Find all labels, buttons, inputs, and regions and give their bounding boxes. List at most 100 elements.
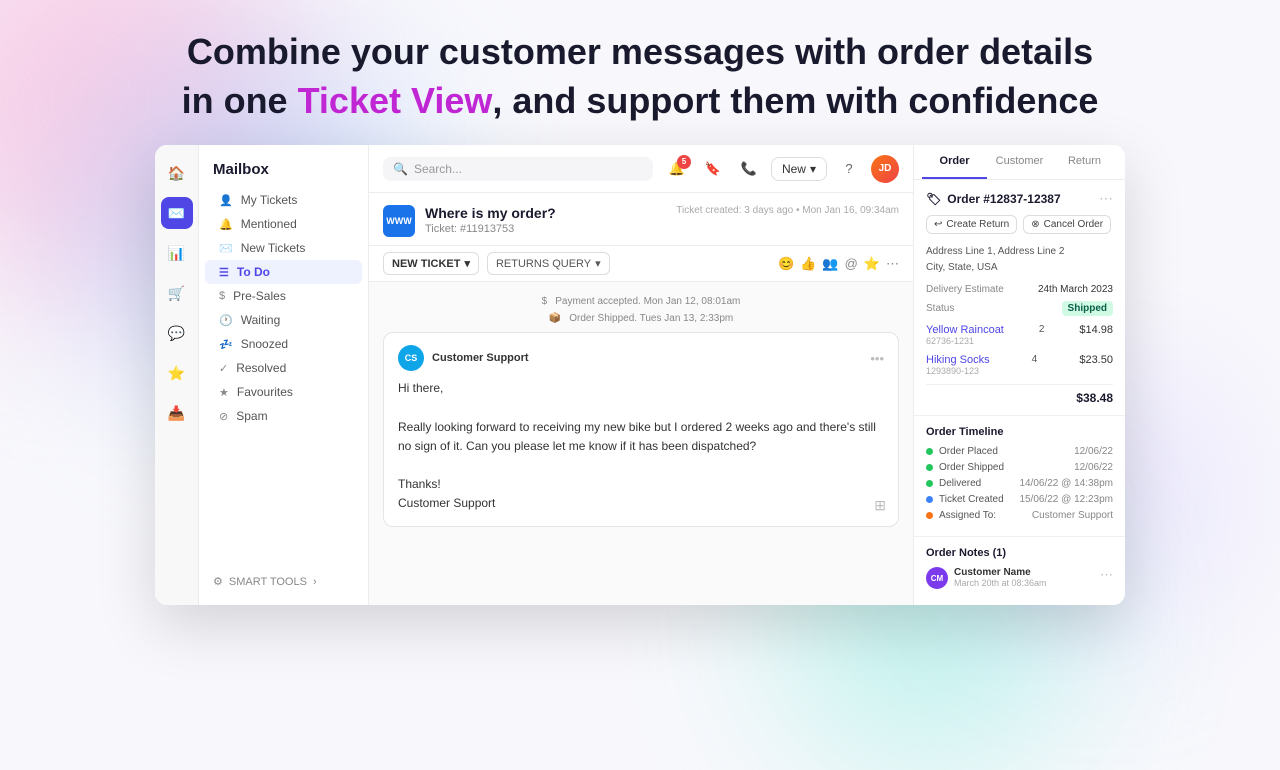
item-1-name-group: Hiking Socks 1293890-123 [926, 354, 990, 376]
snoozed-icon: 💤 [219, 338, 233, 351]
new-button[interactable]: New ▾ [771, 157, 827, 181]
sidebar-item-snoozed[interactable]: 💤 Snoozed [205, 332, 362, 356]
mentioned-icon: 🔔 [219, 218, 233, 231]
sidebar-item-resolved[interactable]: ✓ Resolved [205, 356, 362, 380]
returns-query-button[interactable]: RETURNS QUERY ▾ [487, 252, 610, 275]
ticket-created-label: Ticket created: 3 days ago [676, 205, 793, 216]
search-box[interactable]: 🔍 Search... [383, 157, 653, 181]
hero-section: Combine your customer messages with orde… [0, 0, 1280, 145]
sidebar-label-my-tickets: My Tickets [241, 193, 298, 207]
status-label: Status [926, 303, 954, 314]
user-action-icon[interactable]: 👥 [822, 256, 838, 272]
ticket-id: Ticket: #11913753 [425, 223, 666, 235]
notifications-button[interactable]: 🔔 5 [663, 155, 691, 183]
nav-icons: 🏠 ✉️ 📊 🛒 💬 ⭐ 📥 [155, 145, 199, 605]
item-1-sku: 1293890-123 [926, 366, 990, 376]
nav-cart[interactable]: 🛒 [161, 277, 193, 309]
sidebar-item-pre-sales[interactable]: $ Pre-Sales [205, 284, 362, 308]
ticket-subject: Where is my order? [425, 205, 666, 221]
event-payment: $ Payment accepted. Mon Jan 12, 08:01am [383, 296, 899, 307]
message-avatar: CS [398, 345, 424, 371]
ticket-source-icon: WWW [383, 205, 415, 237]
resolved-icon: ✓ [219, 362, 228, 375]
phone-button[interactable]: 📞 [735, 155, 763, 183]
message-author: Customer Support [432, 352, 529, 364]
more-action-icon[interactable]: ⋯ [886, 256, 899, 272]
tab-return[interactable]: Return [1052, 145, 1117, 179]
timeline-item-1: Order Shipped 12/06/22 [926, 462, 1113, 473]
nav-mail[interactable]: ✉️ [161, 197, 193, 229]
payment-icon: $ [542, 296, 548, 307]
sidebar-item-waiting[interactable]: 🕐 Waiting [205, 308, 362, 332]
order-header: 🏷 Order #12837-12387 ⋯ [926, 190, 1113, 207]
sidebar-item-favourites[interactable]: ★ Favourites [205, 380, 362, 404]
sidebar: Mailbox 👤 My Tickets 🔔 Mentioned ✉️ New … [199, 145, 369, 605]
sidebar-label-waiting: Waiting [241, 313, 281, 327]
cancel-order-label: Cancel Order [1044, 219, 1103, 230]
sidebar-label-snoozed: Snoozed [241, 337, 288, 351]
user-avatar[interactable]: JD [871, 155, 899, 183]
event-payment-text: Payment accepted. Mon Jan 12, 08:01am [555, 296, 740, 307]
sidebar-item-mentioned[interactable]: 🔔 Mentioned [205, 212, 362, 236]
item-0-sku: 62736-1231 [926, 336, 1004, 346]
note-content-0: Customer Name March 20th at 08:36am [954, 567, 1094, 589]
message-header: CS Customer Support ••• [398, 345, 884, 371]
create-return-button[interactable]: ↩ Create Return [926, 215, 1017, 234]
new-ticket-button[interactable]: NEW TICKET ▾ [383, 252, 479, 275]
pre-sales-icon: $ [219, 290, 225, 302]
note-avatar-0: CM [926, 567, 948, 589]
tab-order[interactable]: Order [922, 145, 987, 179]
tab-customer[interactable]: Customer [987, 145, 1052, 179]
nav-download[interactable]: 📥 [161, 397, 193, 429]
waiting-icon: 🕐 [219, 314, 233, 327]
spam-icon: ⊘ [219, 410, 228, 423]
note-more-icon[interactable]: ⋯ [1100, 567, 1113, 589]
at-action-icon[interactable]: @ [845, 256, 858, 271]
like-action-icon[interactable]: 👍 [800, 256, 816, 272]
order-actions: ↩ Create Return ⊗ Cancel Order [926, 215, 1113, 234]
nav-star[interactable]: ⭐ [161, 357, 193, 389]
bookmark-button[interactable]: 🔖 [699, 155, 727, 183]
ticket-header: WWW Where is my order? Ticket: #11913753… [369, 193, 913, 246]
address-line2: City, State, USA [926, 260, 1113, 276]
notes-section: Order Notes (1) CM Customer Name March 2… [914, 537, 1125, 599]
timeline-dot-1 [926, 464, 933, 471]
item-1-name[interactable]: Hiking Socks [926, 354, 990, 366]
sidebar-label-resolved: Resolved [236, 361, 286, 375]
cancel-order-button[interactable]: ⊗ Cancel Order [1023, 215, 1111, 234]
status-badge: Shipped [1062, 301, 1113, 316]
sidebar-smart-tools[interactable]: ⚙ SMART TOOLS › [199, 570, 368, 593]
note-date-0: March 20th at 08:36am [954, 578, 1094, 588]
sidebar-item-spam[interactable]: ⊘ Spam [205, 404, 362, 428]
message-more-icon[interactable]: ••• [870, 351, 884, 366]
star-action-icon[interactable]: ⭐ [864, 256, 880, 272]
sidebar-item-todo[interactable]: ☰ To Do [205, 260, 362, 284]
app-window: 🏠 ✉️ 📊 🛒 💬 ⭐ 📥 Mailbox 👤 My Tickets 🔔 Me… [155, 145, 1125, 605]
message-add-icon[interactable]: ⊞ [874, 497, 886, 514]
nav-chart[interactable]: 📊 [161, 237, 193, 269]
order-total: $38.48 [926, 384, 1113, 405]
order-item-1: Hiking Socks 1293890-123 4 $23.50 [926, 354, 1113, 376]
emoji-action-icon[interactable]: 😊 [778, 256, 794, 272]
note-item-0: CM Customer Name March 20th at 08:36am ⋯ [926, 567, 1113, 589]
nav-messages[interactable]: 💬 [161, 317, 193, 349]
message-actions[interactable]: ••• [870, 351, 884, 366]
event-shipped: 📦 Order Shipped. Tues Jan 13, 2:33pm [383, 313, 899, 324]
help-button[interactable]: ? [835, 155, 863, 183]
timeline-date-0: 12/06/22 [1074, 446, 1113, 457]
delivery-value: 24th March 2023 [1038, 284, 1113, 295]
order-items: Yellow Raincoat 62736-1231 2 $14.98 Hiki… [926, 324, 1113, 376]
nav-home[interactable]: 🏠 [161, 157, 193, 189]
sidebar-item-my-tickets[interactable]: 👤 My Tickets [205, 188, 362, 212]
item-0-qty: 2 [1032, 324, 1052, 335]
sidebar-label-spam: Spam [236, 409, 267, 423]
search-icon: 🔍 [393, 162, 408, 176]
order-more-icon[interactable]: ⋯ [1099, 190, 1113, 207]
topbar: 🔍 Search... 🔔 5 🔖 📞 New ▾ ? JD [369, 145, 913, 193]
panel-tabs: Order Customer Return [914, 145, 1125, 180]
timeline-label-4: Assigned To: [939, 510, 1026, 521]
item-0-name[interactable]: Yellow Raincoat [926, 324, 1004, 336]
sidebar-item-new-tickets[interactable]: ✉️ New Tickets [205, 236, 362, 260]
new-btn-chevron: ▾ [810, 162, 816, 176]
timeline-section: Order Timeline Order Placed 12/06/22 Ord… [914, 416, 1125, 537]
